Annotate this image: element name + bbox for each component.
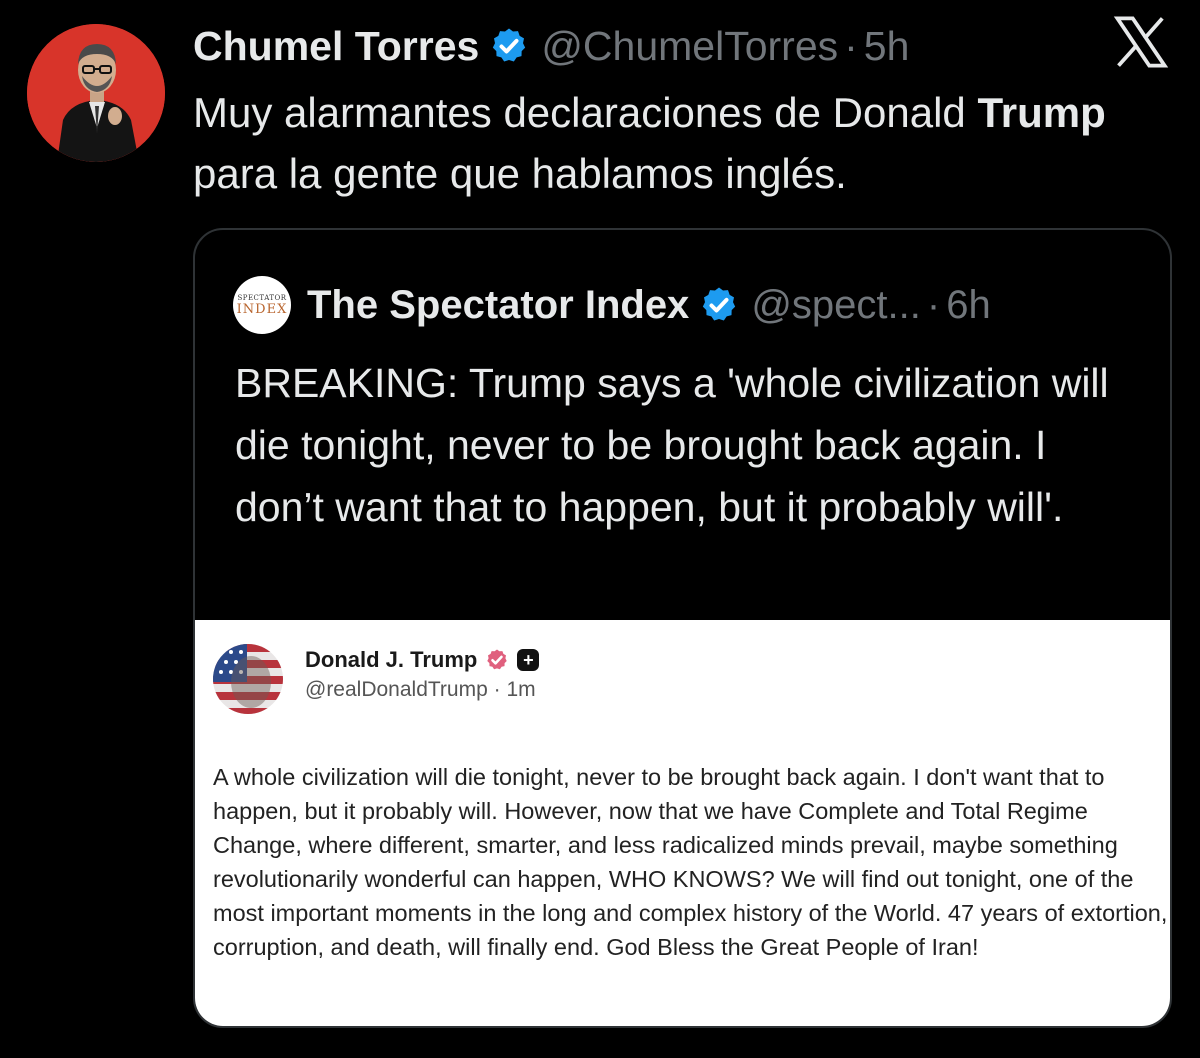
verified-badge-icon [487, 649, 508, 670]
quoted-tweet[interactable]: SPECTATOR INDEX The Spectator Index @spe… [193, 228, 1172, 1028]
tweet-timestamp[interactable]: 5h [864, 23, 910, 70]
verified-badge-icon [703, 287, 736, 321]
person-avatar-image [27, 24, 165, 162]
flag-portrait-icon [213, 644, 283, 714]
separator-dot: · [926, 282, 941, 327]
truth-display-name: Donald J. Trump [305, 647, 478, 672]
plus-badge-icon: + [517, 649, 540, 671]
x-logo-icon[interactable] [1112, 16, 1170, 68]
separator-dot: · [493, 678, 507, 701]
author-display-name[interactable]: Chumel Torres [193, 23, 479, 70]
trump-avatar [213, 644, 283, 714]
truth-handle-row: @realDonaldTrump · 1m [305, 678, 536, 702]
verified-badge-icon [493, 28, 526, 62]
truth-timestamp: 1m [506, 678, 536, 701]
quoted-tweet-header: SPECTATOR INDEX The Spectator Index @spe… [233, 276, 991, 334]
separator-dot: · [844, 22, 858, 69]
truth-header: Donald J. Trump + [305, 644, 540, 676]
quoted-timestamp[interactable]: 6h [946, 283, 991, 328]
tweet-text-bold: Trump [977, 89, 1106, 136]
author-handle[interactable]: @ChumelTorres [541, 23, 838, 70]
quoted-display-name[interactable]: The Spectator Index [307, 283, 689, 328]
tweet-text-part: para la gente que hablamos inglés. [193, 150, 847, 197]
truth-handle: @realDonaldTrump [305, 678, 488, 701]
quoted-tweet-text: BREAKING: Trump says a 'whole civilizati… [235, 360, 1109, 530]
tweet-header: Chumel Torres @ChumelTorres · 5h [193, 20, 909, 72]
embedded-truth-post-image[interactable]: Donald J. Trump + @realDonaldTrump · 1m … [195, 620, 1170, 1026]
avatar-logo-text: INDEX [236, 301, 288, 317]
tweet-text-part: Muy alarmantes declaraciones de Donald [193, 89, 978, 136]
author-avatar[interactable] [27, 24, 165, 162]
quoted-handle[interactable]: @spect... [751, 283, 921, 328]
truth-post-text: A whole civilization will die tonight, n… [213, 764, 1168, 960]
spectator-index-avatar[interactable]: SPECTATOR INDEX [233, 276, 291, 334]
tweet-text: Muy alarmantes declaraciones de Donald T… [193, 82, 1153, 204]
